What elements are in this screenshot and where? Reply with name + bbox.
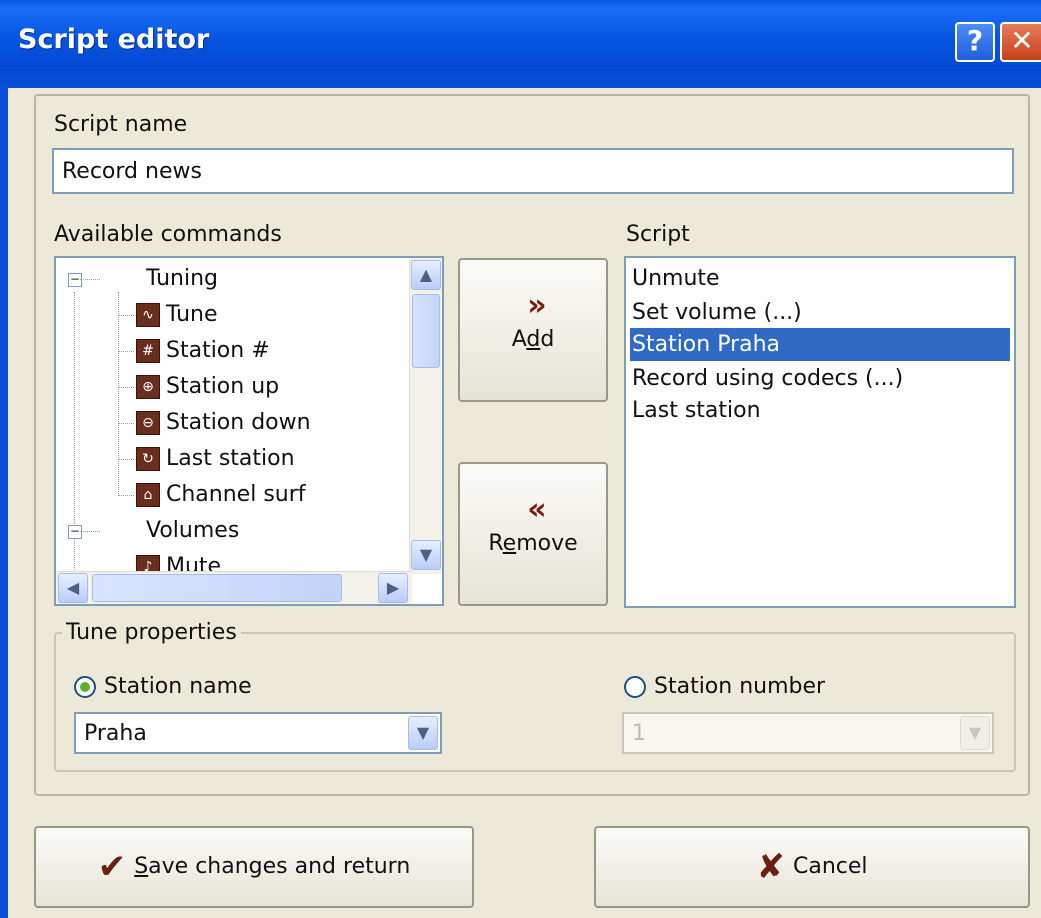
tree-group-label: Volumes — [146, 518, 240, 543]
station-number-radio[interactable] — [624, 676, 646, 698]
close-button[interactable]: ✕ — [1000, 22, 1041, 62]
tree-line — [118, 292, 119, 496]
help-button[interactable]: ? — [955, 22, 995, 62]
scroll-up-button[interactable]: ▲ — [411, 260, 441, 290]
script-item-selected[interactable]: Station Praha — [630, 328, 1010, 361]
tree-branch — [118, 351, 134, 352]
save-changes-button[interactable]: ✔ Save changes and return — [34, 826, 474, 908]
chevron-down-icon[interactable]: ▼ — [408, 716, 438, 750]
station-number-label: Station number — [654, 674, 826, 699]
scroll-right-button[interactable]: ▶ — [378, 573, 408, 603]
tree-branch — [80, 531, 100, 532]
script-listbox[interactable]: Unmute Set volume (...) Station Praha Re… — [624, 256, 1016, 608]
tree-line — [74, 534, 75, 574]
tree-branch — [80, 279, 100, 280]
script-name-input[interactable] — [52, 148, 1014, 194]
available-commands-label: Available commands — [54, 222, 282, 247]
tree-line — [74, 292, 75, 540]
window-left-border — [0, 88, 8, 918]
window-title: Script editor — [18, 24, 210, 55]
tree-item-label: Channel surf — [166, 482, 306, 507]
tree-vertical-scrollbar[interactable]: ▲ ▼ — [409, 258, 442, 574]
remove-button-label: Remove — [488, 531, 578, 556]
cancel-x-icon: ✘ — [756, 847, 785, 887]
scroll-thumb[interactable] — [412, 294, 440, 368]
script-label: Script — [626, 222, 690, 247]
tune-icon: ∿ — [136, 303, 160, 327]
tree-branch — [118, 423, 134, 424]
double-arrow-right-icon: » — [527, 288, 546, 323]
scroll-down-button[interactable]: ▼ — [411, 540, 441, 570]
commands-tree[interactable]: − Tuning ∿Tune #Station # ⊕Station up — [54, 256, 444, 606]
script-item[interactable]: Unmute — [630, 262, 1010, 295]
tree-group-label: Tuning — [146, 266, 219, 291]
station-name-radio[interactable] — [74, 676, 96, 698]
scroll-thumb[interactable] — [92, 574, 342, 602]
station-number-combo: 1 ▼ — [622, 712, 994, 754]
collapse-icon[interactable]: − — [68, 273, 82, 287]
add-button[interactable]: » Add — [458, 258, 608, 402]
station-name-value: Praha — [84, 721, 147, 746]
tree-branch — [118, 387, 134, 388]
script-name-label: Script name — [54, 112, 188, 137]
save-changes-label: Save changes and return — [134, 854, 411, 879]
tree-branch — [118, 495, 134, 496]
script-editor-window: Script editor ? ✕ Script name Available … — [0, 0, 1041, 918]
cancel-button[interactable]: ✘ Cancel — [594, 826, 1030, 908]
last-station-icon: ↻ — [136, 447, 160, 471]
script-item[interactable]: Record using codecs (...) — [630, 362, 1010, 395]
tree-horizontal-scrollbar[interactable]: ◀ ▶ — [56, 571, 412, 604]
collapse-icon[interactable]: − — [68, 525, 82, 539]
tree-branch — [118, 459, 134, 460]
tree-item-label: Station # — [166, 338, 270, 363]
tree-item-label: Last station — [166, 446, 295, 471]
checkmark-pen-icon: ✔ — [97, 847, 127, 887]
tree-item-label: Tune — [166, 302, 218, 327]
station-down-icon: ⊖ — [136, 411, 160, 435]
double-arrow-left-icon: « — [527, 492, 546, 527]
channel-surf-icon: ⌂ — [136, 483, 160, 507]
script-item[interactable]: Set volume (...) — [630, 296, 1010, 329]
scroll-left-button[interactable]: ◀ — [58, 573, 88, 603]
tune-properties-title: Tune properties — [62, 620, 241, 645]
chevron-down-icon: ▼ — [960, 716, 990, 750]
tree-item-label: Station up — [166, 374, 280, 399]
cancel-label: Cancel — [792, 854, 868, 879]
remove-button[interactable]: « Remove — [458, 462, 608, 606]
add-button-label: Add — [511, 327, 555, 352]
station-number-value: 1 — [632, 721, 646, 746]
tree-item-label: Station down — [166, 410, 311, 435]
tree-branch — [118, 315, 134, 316]
station-number-icon: # — [136, 339, 160, 363]
station-up-icon: ⊕ — [136, 375, 160, 399]
station-name-label: Station name — [104, 674, 252, 699]
title-bar[interactable]: Script editor ? ✕ — [0, 0, 1041, 88]
script-item[interactable]: Last station — [630, 394, 1010, 427]
station-name-combo[interactable]: Praha ▼ — [74, 712, 442, 754]
